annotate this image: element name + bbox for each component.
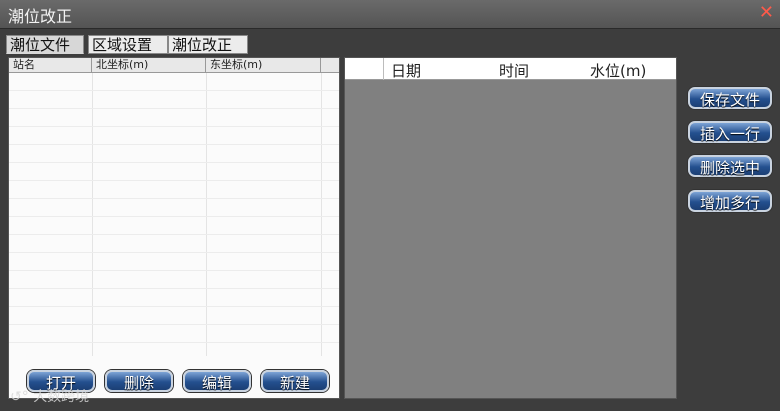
tide-table-body[interactable]	[345, 80, 676, 398]
column-time: 时间	[499, 62, 530, 80]
watermark-logo-icon: ↺°	[10, 389, 29, 405]
station-table-header: 站名 北坐标(m) 东坐标(m)	[9, 58, 339, 73]
table-row[interactable]	[9, 217, 339, 235]
column-divider	[383, 58, 384, 80]
tab-tide-file[interactable]: 潮位文件	[6, 35, 84, 54]
table-row[interactable]	[9, 253, 339, 271]
table-row[interactable]	[9, 181, 339, 199]
window-title: 潮位改正	[8, 7, 73, 26]
tide-data-panel: 日期 时间 水位(m)	[344, 57, 677, 399]
tide-table-header: 日期 时间 水位(m)	[345, 58, 676, 80]
tab-area-settings[interactable]: 区域设置	[88, 35, 168, 54]
watermark-text: 大数跨境	[33, 389, 90, 405]
table-row[interactable]	[9, 343, 339, 356]
column-north-coordinate: 北坐标(m)	[92, 58, 206, 72]
column-water-level: 水位(m)	[590, 62, 647, 80]
delete-button[interactable]: 删除	[105, 370, 173, 392]
add-multiple-rows-button[interactable]: 增加多行	[688, 190, 772, 212]
table-row[interactable]	[9, 325, 339, 343]
column-filler	[321, 58, 339, 72]
table-row[interactable]	[9, 271, 339, 289]
watermark: ↺° 大数跨境	[10, 386, 89, 406]
station-panel: 站名 北坐标(m) 东坐标(m) 打开 删除 编辑 新建	[8, 57, 340, 399]
table-row[interactable]	[9, 235, 339, 253]
table-row[interactable]	[9, 163, 339, 181]
table-row[interactable]	[9, 127, 339, 145]
table-row[interactable]	[9, 145, 339, 163]
table-row[interactable]	[9, 109, 339, 127]
table-row[interactable]	[9, 91, 339, 109]
table-row[interactable]	[9, 307, 339, 325]
tab-tide-correction[interactable]: 潮位改正	[168, 35, 248, 54]
column-date: 日期	[391, 62, 422, 80]
title-bar: 潮位改正 ✕	[0, 0, 780, 29]
station-table-body[interactable]	[9, 73, 339, 356]
column-east-coordinate: 东坐标(m)	[206, 58, 321, 72]
close-icon[interactable]: ✕	[759, 3, 774, 23]
tide-correction-dialog: 潮位改正 ✕ 潮位文件 区域设置 潮位改正 站名 北坐标(m) 东坐标(m) 打…	[0, 0, 780, 411]
new-button[interactable]: 新建	[261, 370, 329, 392]
save-file-button[interactable]: 保存文件	[688, 87, 772, 109]
delete-selected-button[interactable]: 删除选中	[688, 155, 772, 177]
table-row[interactable]	[9, 289, 339, 307]
table-row[interactable]	[9, 73, 339, 91]
table-row[interactable]	[9, 199, 339, 217]
insert-row-button[interactable]: 插入一行	[688, 121, 772, 143]
column-station-name: 站名	[9, 58, 92, 72]
edit-button[interactable]: 编辑	[183, 370, 251, 392]
